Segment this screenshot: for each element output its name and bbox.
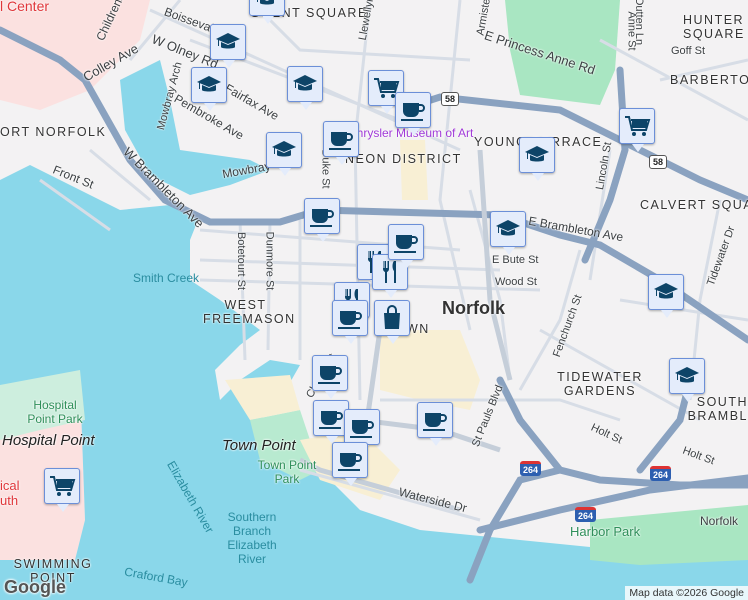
graduation-cap-icon [494,215,522,243]
medical-label-1: ical [0,478,20,493]
coffee-cup-icon [399,96,427,124]
school-marker[interactable] [287,66,323,110]
park-label: Hospital Point Park [27,398,83,426]
graduation-cap-icon [214,28,242,56]
park-label: Harbor Park [570,524,641,539]
map-attribution[interactable]: Map data ©2026 Google [625,586,748,600]
graduation-cap-icon [523,141,551,169]
street-label: Anne St [625,11,638,51]
neighborhood-label: SOUTH BRAMBL [687,395,748,423]
water-label: Smith Creek [133,271,200,285]
coffee-cup-icon [317,404,345,432]
neighborhood-label: NEON DISTRICT [345,152,462,166]
street-label: Wood St [495,276,537,288]
cafe-marker[interactable] [417,402,453,446]
school-marker[interactable] [266,132,302,176]
fork-knife-icon [376,258,404,286]
school-marker[interactable] [210,24,246,68]
water-label: Southern Branch Elizabeth River [227,510,277,566]
cafe-marker[interactable] [388,224,424,268]
school-marker[interactable] [648,274,684,318]
neighborhood-label: WEST FREEMASON [203,298,296,326]
shopping-marker[interactable] [374,300,410,344]
coffee-cup-icon [336,446,364,474]
school-marker[interactable] [519,137,555,181]
graduation-cap-icon [195,71,223,99]
coffee-cup-icon [316,359,344,387]
coffee-cup-icon [348,413,376,441]
street-label: Goff St [671,45,706,57]
grocery-marker[interactable] [619,108,655,152]
cafe-marker[interactable] [395,92,431,136]
shopping-cart-icon [623,112,651,140]
school-marker[interactable] [669,358,705,402]
coffee-cup-icon [336,304,364,332]
graduation-cap-icon [652,278,680,306]
coffee-cup-icon [421,406,449,434]
coffee-cup-icon [308,202,336,230]
shopping-cart-icon [48,472,76,500]
medical-center-label: l Center [0,0,50,14]
shopping-bag-icon [378,304,406,332]
route-shield: 58 [649,155,668,169]
neighborhood-label: BARBERTON [670,73,748,87]
cafe-marker[interactable] [304,198,340,242]
school-marker[interactable] [191,67,227,111]
street-label: Botetourt St [235,231,248,291]
neighborhood-label: ORT NORFOLK [0,125,107,139]
city-label: Norfolk [442,298,505,318]
medical-label-2: uth [0,493,19,508]
route-shield: 264 [575,507,597,522]
graduation-cap-icon [291,70,319,98]
place-label: Hospital Point [2,432,95,449]
neighborhood-label: TIDEWATER GARDENS [557,370,643,398]
station-label: Norfolk [700,514,739,528]
neighborhood-label: HUNTER SQUARE [683,13,745,41]
cafe-marker[interactable] [344,409,380,453]
place-label: Town Point [222,437,296,454]
route-shield: 264 [650,466,672,481]
graduation-cap-icon [673,362,701,390]
cafe-marker[interactable] [323,121,359,165]
cafe-marker[interactable] [312,355,348,399]
cafe-marker[interactable] [332,300,368,344]
route-shield: 264 [520,461,542,476]
granby-strip [400,140,428,200]
street-label: Dunmore St [263,231,276,291]
neighborhood-label: CALVERT SQUA [640,198,748,212]
google-logo: Google [4,577,66,597]
street-label: E Bute St [492,254,539,266]
park-label: Town Point Park [257,458,317,486]
graduation-cap-icon [270,136,298,164]
cafe-marker[interactable] [332,442,368,486]
route-shield: 58 [441,92,460,106]
coffee-cup-icon [392,228,420,256]
school-marker[interactable] [249,0,285,24]
coffee-cup-icon [327,125,355,153]
graduation-cap-icon [253,0,281,12]
grocery-marker[interactable] [44,468,80,512]
school-marker[interactable] [490,211,526,255]
